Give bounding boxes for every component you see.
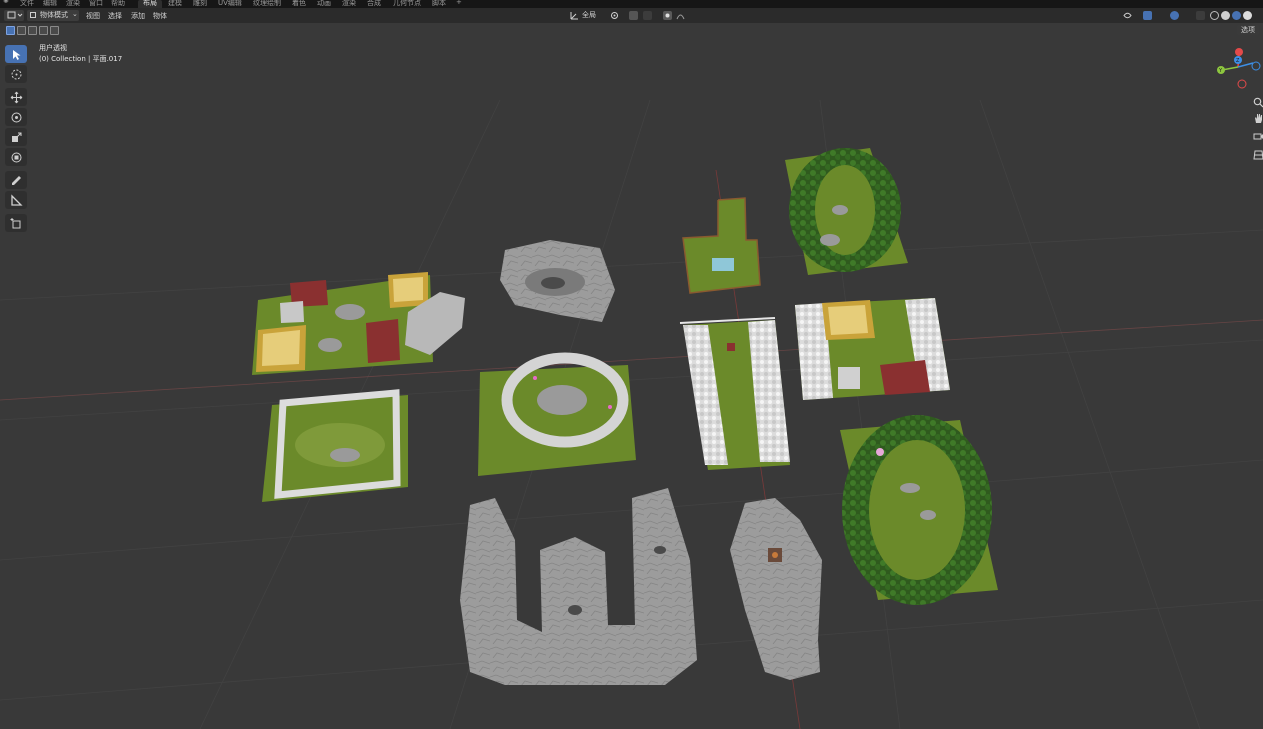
annotate-tool[interactable] bbox=[5, 171, 27, 189]
orientation-label: 全局 bbox=[582, 11, 596, 19]
tool-header: 选项 bbox=[0, 23, 1263, 37]
menu-window[interactable]: 窗口 bbox=[89, 0, 103, 8]
rotate-icon bbox=[11, 112, 21, 122]
overlay-toggle-icon[interactable] bbox=[1170, 11, 1179, 20]
tab-sculpting[interactable]: 雕刻 bbox=[193, 0, 207, 8]
falloff-icon[interactable] bbox=[676, 11, 685, 20]
add-cube-icon bbox=[10, 217, 20, 228]
viewport-header: 物体模式 ⌄ 视图 选择 添加 物体 全局 bbox=[0, 8, 1263, 23]
object-mode-icon bbox=[30, 12, 36, 18]
select-extend-icon[interactable] bbox=[17, 26, 26, 35]
cursor-arrow-icon bbox=[12, 49, 20, 60]
3d-viewport[interactable]: 用户透视 (0) Collection | 平面.017 Y Z bbox=[0, 37, 1263, 729]
orientation-icon bbox=[570, 12, 578, 20]
xray-icon[interactable] bbox=[1196, 11, 1205, 20]
cursor-tool[interactable] bbox=[5, 65, 27, 83]
chevron-down-icon: ⌄ bbox=[72, 10, 78, 18]
tile-rock-column[interactable] bbox=[730, 498, 822, 680]
tile-rock-u[interactable] bbox=[460, 488, 697, 685]
tab-shading[interactable]: 着色 bbox=[292, 0, 306, 8]
scale-icon bbox=[11, 132, 21, 142]
visibility-icon[interactable] bbox=[1123, 11, 1132, 20]
transform-tool[interactable] bbox=[5, 148, 27, 166]
transform-orientation-dropdown[interactable]: 全局 bbox=[568, 10, 606, 21]
menu-edit[interactable]: 编辑 bbox=[43, 0, 57, 8]
solid-shading-icon[interactable] bbox=[1221, 11, 1230, 20]
menu-select[interactable]: 选择 bbox=[108, 11, 122, 21]
pencil-icon bbox=[11, 175, 21, 185]
snap-target-icon[interactable] bbox=[643, 11, 652, 20]
material-shading-icon[interactable] bbox=[1232, 11, 1241, 20]
tile-crater[interactable] bbox=[500, 240, 615, 322]
scene-canvas[interactable] bbox=[0, 37, 1263, 729]
blender-logo-icon[interactable]: ✺ bbox=[3, 0, 9, 5]
tile-stone-ring-large[interactable] bbox=[478, 352, 636, 476]
select-new-icon[interactable] bbox=[6, 26, 15, 35]
tile-village-right[interactable] bbox=[795, 298, 950, 400]
options-dropdown[interactable]: 选项 bbox=[1237, 25, 1259, 35]
tab-rendering[interactable]: 渲染 bbox=[342, 0, 356, 8]
editor-type-dropdown[interactable] bbox=[4, 10, 24, 21]
menu-object[interactable]: 物体 bbox=[153, 11, 167, 21]
proportional-edit-icon[interactable] bbox=[663, 11, 672, 20]
tile-small-garden[interactable] bbox=[682, 197, 761, 294]
x-axis-handle bbox=[1235, 48, 1243, 56]
mode-dropdown[interactable]: 物体模式 ⌄ bbox=[27, 10, 79, 21]
tab-uv-editing[interactable]: UV编辑 bbox=[218, 0, 242, 8]
move-icon bbox=[10, 91, 22, 103]
measure-tool[interactable] bbox=[5, 191, 27, 209]
select-subtract-icon[interactable] bbox=[28, 26, 37, 35]
tile-village[interactable] bbox=[252, 272, 465, 375]
snap-icon[interactable] bbox=[629, 11, 638, 20]
rotate-tool[interactable] bbox=[5, 108, 27, 126]
ruler-icon bbox=[10, 193, 23, 206]
rendered-shading-icon[interactable] bbox=[1243, 11, 1252, 20]
perspective-toggle-icon[interactable] bbox=[1251, 147, 1263, 161]
collection-info-label: (0) Collection | 平面.017 bbox=[39, 55, 123, 63]
top-menu-bar: ✺ 文件 编辑 渲染 窗口 帮助 布局 建模 雕刻 UV编辑 纹理绘制 着色 动… bbox=[0, 0, 1263, 8]
add-workspace-button[interactable]: + bbox=[456, 0, 462, 6]
tab-animation[interactable]: 动画 bbox=[317, 0, 331, 8]
tab-modeling[interactable]: 建模 bbox=[168, 0, 182, 8]
move-tool[interactable] bbox=[5, 88, 27, 106]
wireframe-shading-icon[interactable] bbox=[1210, 11, 1219, 20]
menu-help[interactable]: 帮助 bbox=[111, 0, 125, 8]
mode-label: 物体模式 bbox=[40, 11, 68, 19]
menu-add[interactable]: 添加 bbox=[131, 11, 145, 21]
tab-compositing[interactable]: 合成 bbox=[367, 0, 381, 8]
scale-tool[interactable] bbox=[5, 128, 27, 146]
select-box-tool[interactable] bbox=[5, 45, 27, 63]
tab-geometry-nodes[interactable]: 几何节点 bbox=[393, 0, 421, 8]
menu-file[interactable]: 文件 bbox=[20, 0, 34, 8]
3d-cursor-icon bbox=[11, 69, 21, 79]
view-name-label: 用户透视 bbox=[39, 44, 67, 52]
gizmo-toggle-icon[interactable] bbox=[1143, 11, 1152, 20]
tab-layout[interactable]: 布局 bbox=[143, 0, 157, 8]
zoom-icon[interactable] bbox=[1251, 95, 1263, 109]
tile-forest-top[interactable] bbox=[785, 148, 908, 275]
tile-blossom-corridor[interactable] bbox=[679, 317, 790, 470]
select-intersect-icon[interactable] bbox=[50, 26, 59, 35]
tile-stone-ring-small[interactable] bbox=[262, 389, 408, 502]
tab-scripting[interactable]: 脚本 bbox=[432, 0, 446, 8]
tab-texture-paint[interactable]: 纹理绘制 bbox=[253, 0, 281, 8]
add-cube-tool[interactable] bbox=[5, 214, 27, 232]
pivot-icon[interactable] bbox=[610, 11, 619, 20]
tile-forest-bottom[interactable] bbox=[840, 415, 998, 605]
x-axis-line bbox=[0, 319, 1263, 401]
select-invert-icon[interactable] bbox=[39, 26, 48, 35]
transform-icon bbox=[11, 152, 21, 162]
navigation-gizmo[interactable]: Y Z bbox=[1213, 45, 1263, 95]
camera-icon[interactable] bbox=[1251, 129, 1263, 143]
gizmo-z-label: Z bbox=[1236, 58, 1240, 64]
pan-hand-icon[interactable] bbox=[1251, 111, 1263, 125]
menu-render[interactable]: 渲染 bbox=[66, 0, 80, 8]
menu-view[interactable]: 视图 bbox=[86, 11, 100, 21]
